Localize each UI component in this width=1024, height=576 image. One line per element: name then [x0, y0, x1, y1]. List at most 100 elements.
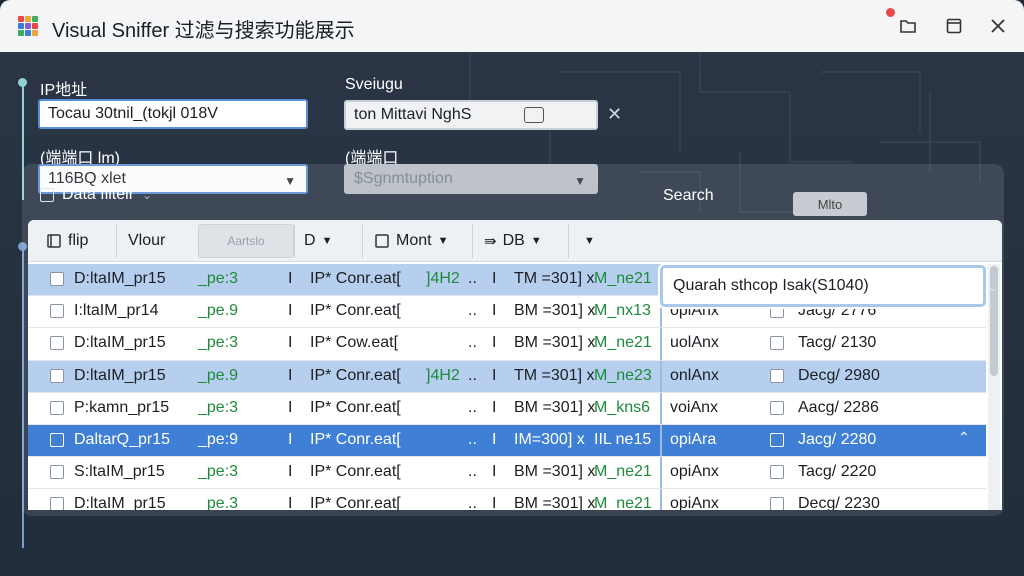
table-row[interactable]: P:kamn_pr15 _pe:3 I IP* Conr.eat[.. I BM =301… — [28, 392, 986, 425]
row-name: I:ltaIM_pr14 — [74, 302, 159, 320]
row-checkbox[interactable] — [50, 368, 64, 383]
row-checkbox-2[interactable] — [770, 432, 784, 447]
maximize-button[interactable] — [942, 14, 966, 38]
row-checkbox[interactable] — [50, 497, 64, 510]
mont-label: Mont — [396, 232, 432, 249]
clear-icon[interactable]: ✕ — [607, 104, 622, 125]
row-marker: I — [492, 334, 497, 352]
row-checkbox[interactable] — [50, 400, 64, 415]
row-checkbox-2[interactable] — [770, 497, 784, 510]
row-checkbox-2[interactable] — [770, 465, 784, 480]
search-input[interactable]: Quarah sthcop Isak(S1040) — [660, 265, 986, 307]
mont-dropdown[interactable]: Mont ▼ — [374, 226, 448, 256]
title-bar: Visual Sniffer 过滤与搜索功能展示 — [0, 0, 1024, 52]
table-row[interactable]: D:ltaIM_pr15 _pe.3 I IP* Conr.eat[.. I BM =30… — [28, 489, 986, 510]
row-checkbox-2[interactable] — [770, 336, 784, 351]
row-checkbox[interactable] — [50, 272, 64, 286]
ip-input[interactable]: Tocau 30tnil_(tokjl 018V — [38, 99, 308, 129]
chevron-down-icon[interactable]: ⌄ — [988, 280, 998, 294]
table-row[interactable]: D:ltaIM_pr15 _pe.9 I IP* Conr.eat[]4H2.. I TM… — [28, 360, 986, 393]
folder-icon[interactable] — [896, 14, 920, 38]
sheng-label: Sveiugu — [345, 76, 403, 93]
row-app: opiAra — [670, 430, 717, 448]
chevron-up-icon[interactable]: ⌃ — [958, 429, 970, 446]
row-mid: TM =301] x — [514, 270, 595, 287]
row-protocol: IP* Conr.eat[ — [310, 366, 401, 384]
row-value: Tacg/ 2130 — [798, 334, 877, 352]
row-mid: BM =301] x — [514, 334, 596, 352]
close-button[interactable] — [986, 14, 1010, 38]
data-filter-checkbox[interactable] — [40, 188, 54, 202]
ip-label: IP地址 — [40, 82, 88, 99]
row-checkbox[interactable] — [50, 465, 64, 480]
sheng-input[interactable]: ton Mittavi NghS — [344, 100, 598, 130]
row-dots: .. — [468, 463, 477, 481]
column-divider — [660, 328, 662, 360]
divider — [116, 224, 117, 258]
chevron-down-icon: ⌄ — [142, 188, 153, 202]
data-filter-toggle[interactable]: Data filteir ⌄ — [40, 186, 152, 204]
copy-icon[interactable] — [524, 107, 544, 123]
table-row[interactable]: S:ltaIM_pr15 _pe:3 I IP* Conr.eat[.. I BM =30… — [28, 457, 986, 490]
row-marker: I — [492, 430, 497, 448]
row-checkbox-2[interactable] — [770, 368, 784, 383]
row-dots: .. — [468, 366, 477, 384]
row-marker: I — [492, 495, 497, 510]
row-marker: I — [288, 302, 293, 320]
app-logo-icon — [18, 16, 38, 36]
column-divider — [660, 424, 662, 457]
search-label: Search — [663, 187, 714, 204]
chevron-down-icon: ▼ — [321, 235, 333, 247]
blurred-field-label: Aartslo — [227, 234, 265, 248]
divider — [362, 224, 363, 258]
row-mt: M_ne23 — [594, 366, 652, 384]
row-checkbox[interactable] — [50, 304, 64, 319]
row-code: _pe.3 — [198, 495, 239, 510]
divider — [472, 224, 473, 258]
d-label: D — [304, 232, 316, 249]
row-mt: IIL ne15 — [594, 430, 652, 448]
row-checkbox[interactable] — [50, 336, 64, 351]
row-value: Decg/ 2230 — [798, 495, 880, 510]
row-dots: .. — [468, 302, 477, 320]
table-toolbar: flip Vlour Aartslo D ▼ Mont ▼ ⇛ DB ▼ ▼ — [28, 220, 1002, 262]
chevron-down-icon: ▼ — [584, 235, 595, 247]
file-icon — [47, 234, 61, 248]
flip-button[interactable]: flip — [46, 226, 88, 256]
row-marker: I — [492, 366, 497, 384]
row-name: D:ltaIM_pr15 — [74, 495, 166, 510]
row-code: _pe:3 — [198, 398, 239, 416]
mlto-chip[interactable]: Mlto — [793, 192, 867, 216]
row-checkbox-2[interactable] — [770, 400, 784, 415]
row-code: _pe.9 — [198, 366, 239, 384]
row-app: voiAnx — [670, 398, 719, 416]
row-name: P:kamn_pr15 — [74, 398, 170, 416]
row-mid: BM =301] x — [514, 495, 596, 510]
row-code: _pe:3 — [198, 270, 239, 287]
row-dots: .. — [468, 334, 477, 352]
row-value: Jacg/ 2280 — [798, 430, 877, 448]
row-marker: I — [288, 430, 293, 448]
row-checkbox[interactable] — [50, 432, 64, 447]
blurred-field[interactable]: Aartslo — [198, 224, 294, 258]
row-name: D:ltaIM_pr15 — [74, 334, 166, 352]
row-dots: .. — [468, 398, 477, 416]
vlour-dropdown[interactable]: Vlour — [128, 226, 165, 256]
more-dropdown[interactable]: ▼ — [584, 226, 595, 256]
row-value: Aacg/ 2286 — [798, 398, 879, 416]
row-code: _pe.9 — [198, 302, 239, 320]
row-tag: ]4H2 — [426, 270, 460, 287]
row-mid: BM =301] x — [514, 302, 596, 320]
row-mt: M_ne21 — [594, 334, 652, 352]
row-mid: BM =301] x — [514, 398, 596, 416]
row-marker: I — [288, 366, 293, 384]
row-code: _pe:9 — [198, 430, 239, 448]
db-dropdown[interactable]: ⇛ DB ▼ — [484, 226, 542, 256]
d-dropdown[interactable]: D ▼ — [304, 226, 332, 256]
column-divider — [660, 360, 662, 392]
table-row[interactable]: DaltarQ_pr15 _pe:9 I IP* Conr.eat[.. I IM=300… — [28, 424, 986, 458]
row-protocol: IP* Conr.eat[ — [310, 463, 401, 481]
table-row[interactable]: D:ltaIM_pr15 _pe:3 I IP* Cow.eat[.. I BM =301… — [28, 328, 986, 361]
row-marker: I — [492, 302, 497, 320]
row-marker: I — [492, 463, 497, 481]
